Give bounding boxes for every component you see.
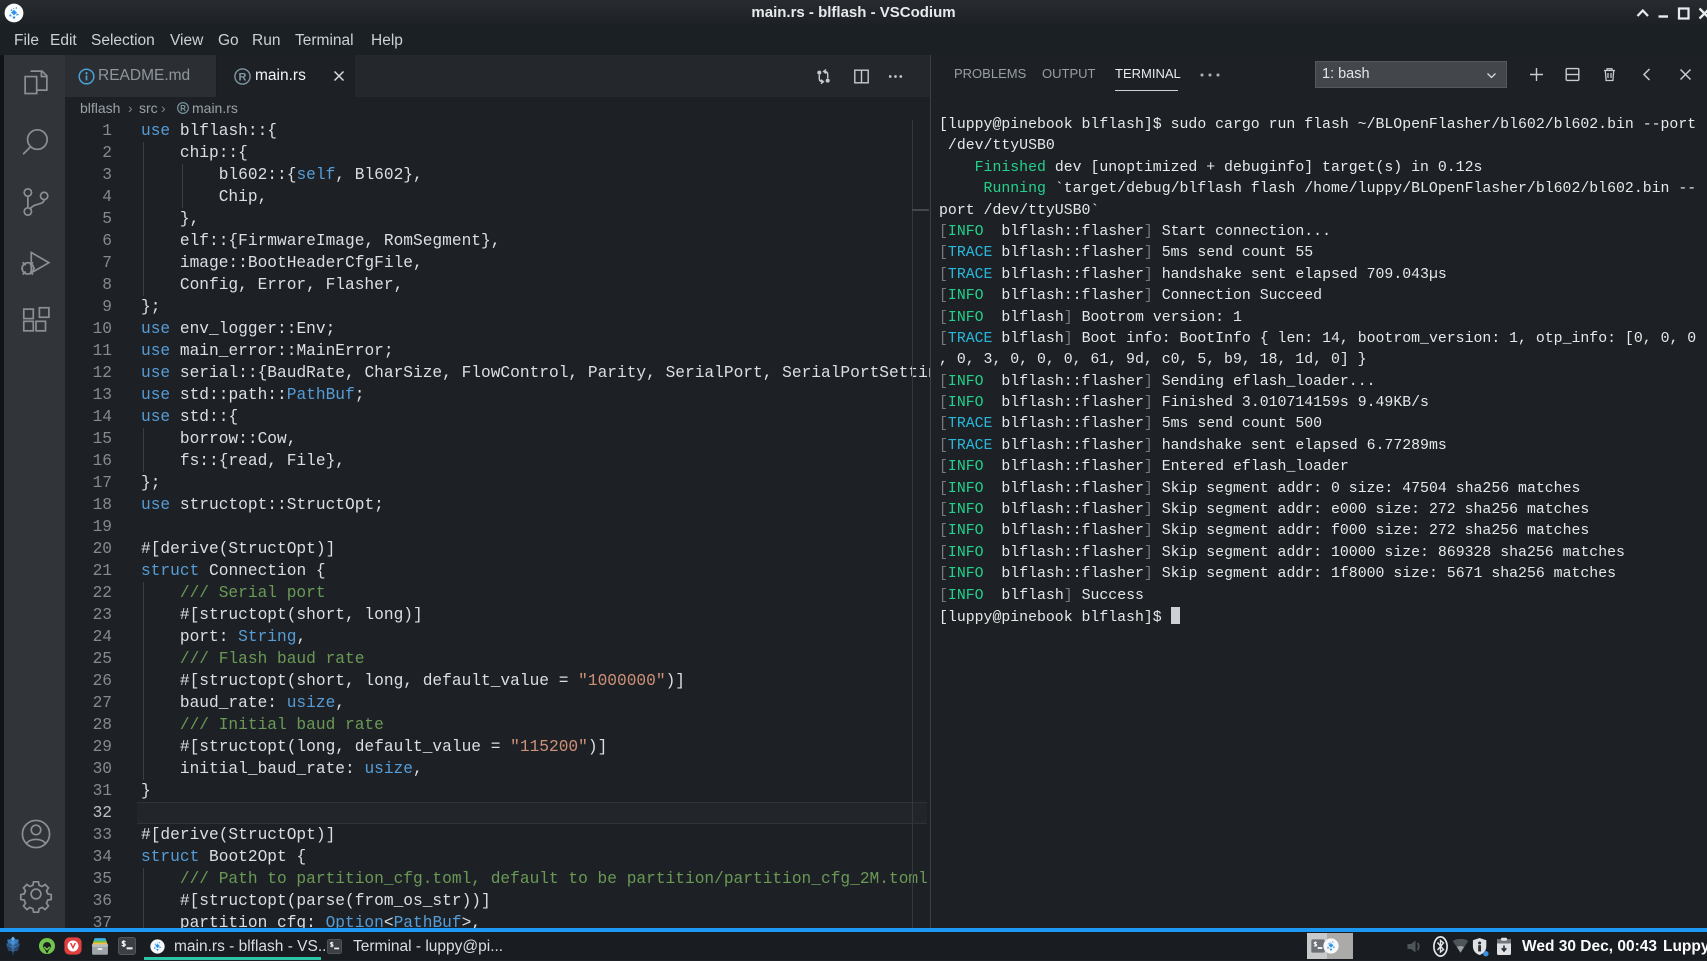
svg-text:R: R xyxy=(239,71,247,83)
svg-text:R: R xyxy=(180,104,186,113)
